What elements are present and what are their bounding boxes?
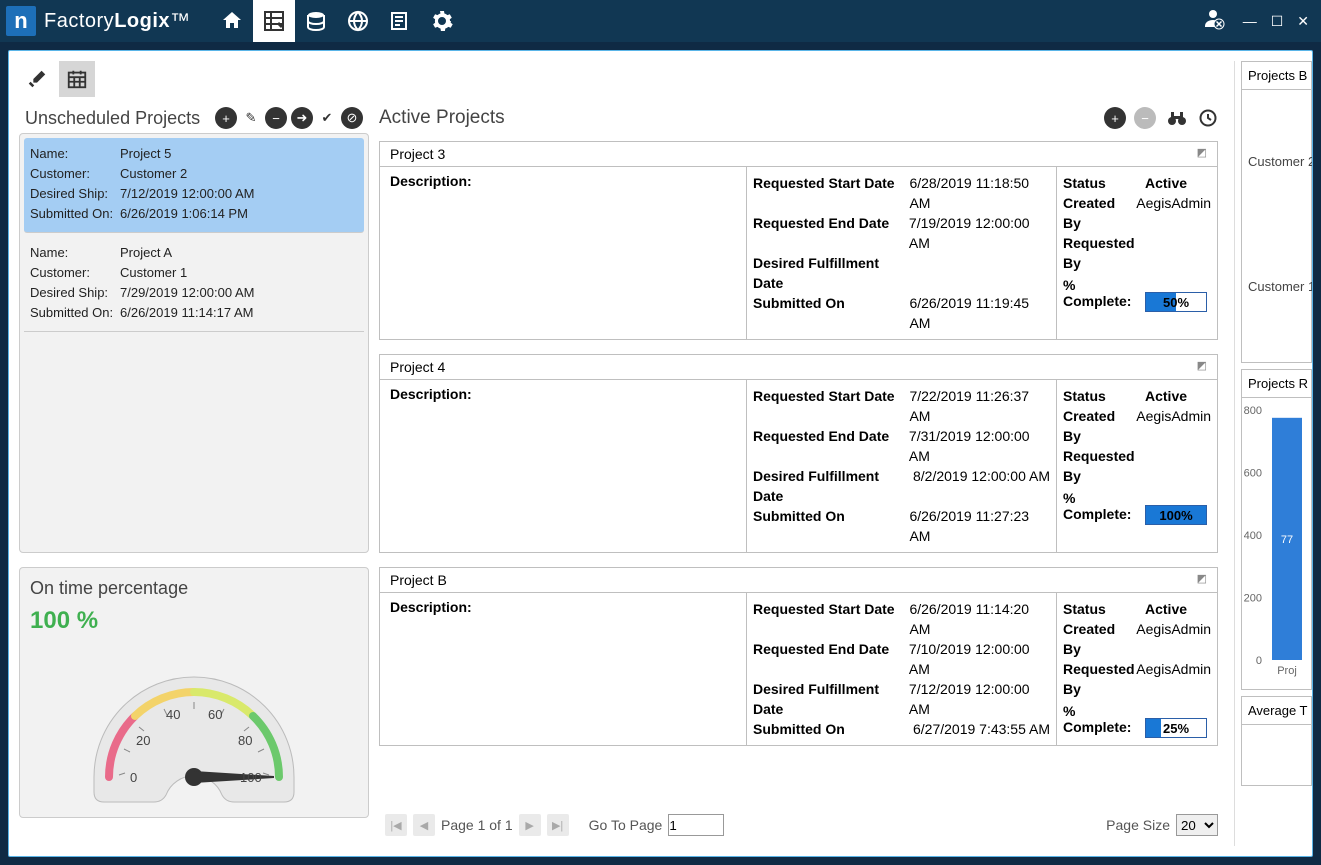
svg-text:0: 0 xyxy=(130,770,137,785)
check-icon[interactable]: ✔ xyxy=(317,107,337,129)
side-panel-average-t[interactable]: Average T xyxy=(1241,696,1312,786)
svg-text:600: 600 xyxy=(1244,468,1262,480)
unscheduled-list[interactable]: Name:Project 5Customer:Customer 2Desired… xyxy=(19,133,369,553)
app-brand: FactoryLogix™ xyxy=(44,10,191,33)
unscheduled-header: Unscheduled Projects + ✎ − ➜ ✔ ⊘ xyxy=(19,103,369,133)
unscheduled-card[interactable]: Name:Project ACustomer:Customer 1Desired… xyxy=(24,237,364,332)
resize-icon[interactable]: ◩ xyxy=(1197,359,1207,375)
unscheduled-card[interactable]: Name:Project 5Customer:Customer 2Desired… xyxy=(24,138,364,233)
side-panel-projects-r[interactable]: Projects R 020040060080077Proj xyxy=(1241,369,1312,690)
active-title: Active Projects xyxy=(379,107,1104,129)
add-icon[interactable]: + xyxy=(215,107,237,129)
svg-text:400: 400 xyxy=(1244,530,1262,542)
svg-text:Proj: Proj xyxy=(1277,665,1297,677)
nav-globe-icon[interactable] xyxy=(337,0,379,42)
project-card[interactable]: Project 4◩Description:Requested Start Da… xyxy=(379,354,1218,553)
remove-project-icon[interactable]: − xyxy=(1134,107,1156,129)
page-size-label: Page Size xyxy=(1106,817,1170,833)
right-sidebar: Projects B Customer 2 Customer 1 Project… xyxy=(1234,61,1312,846)
pager-next-icon[interactable]: ▶ xyxy=(519,814,541,836)
project-card[interactable]: Project B◩Description:Requested Start Da… xyxy=(379,567,1218,746)
nav-document-icon[interactable] xyxy=(379,0,421,42)
nav-settings-icon[interactable] xyxy=(421,0,463,42)
svg-text:200: 200 xyxy=(1244,593,1262,605)
pager-first-icon[interactable]: |◀ xyxy=(385,814,407,836)
resize-icon[interactable]: ◩ xyxy=(1197,572,1207,588)
goto-page-label: Go To Page xyxy=(589,817,663,833)
side-label: Customer 1 xyxy=(1248,279,1305,294)
svg-text:100: 100 xyxy=(240,770,262,785)
pager-prev-icon[interactable]: ◀ xyxy=(413,814,435,836)
nav-home-icon[interactable] xyxy=(211,0,253,42)
pager-last-icon[interactable]: ▶| xyxy=(547,814,569,836)
add-project-icon[interactable]: + xyxy=(1104,107,1126,129)
progress-bar: 100% xyxy=(1145,505,1207,525)
nav-projects-icon[interactable] xyxy=(253,0,295,42)
svg-text:80: 80 xyxy=(238,733,252,748)
side-label: Customer 2 xyxy=(1248,154,1305,169)
resize-icon[interactable]: ◩ xyxy=(1197,146,1207,162)
remove-icon[interactable]: − xyxy=(265,107,287,129)
window-close[interactable]: ✕ xyxy=(1297,13,1309,30)
project-card[interactable]: Project 3◩Description:Requested Start Da… xyxy=(379,141,1218,340)
pager: |◀ ◀ Page 1 of 1 ▶ ▶| Go To Page Page Si… xyxy=(379,804,1224,846)
window-minimize[interactable]: — xyxy=(1243,13,1257,29)
svg-text:0: 0 xyxy=(1256,655,1262,667)
side-panel-projects-b[interactable]: Projects B Customer 2 Customer 1 xyxy=(1241,61,1312,363)
edit-icon[interactable]: ✎ xyxy=(241,107,261,129)
app-logo: n xyxy=(6,6,36,36)
goto-page-input[interactable] xyxy=(668,814,724,836)
unscheduled-title: Unscheduled Projects xyxy=(25,108,211,129)
gauge-visual: 0 20 40 60 80 100 xyxy=(30,637,358,807)
forward-icon[interactable]: ➜ xyxy=(291,107,313,129)
progress-bar: 25% xyxy=(1145,718,1207,738)
clock-icon[interactable] xyxy=(1198,107,1218,129)
deny-icon[interactable]: ⊘ xyxy=(341,107,363,129)
window-maximize[interactable]: ☐ xyxy=(1271,13,1284,30)
title-bar: n FactoryLogix™ — ☐ ✕ xyxy=(0,0,1321,42)
svg-text:800: 800 xyxy=(1244,405,1262,417)
tab-calendar-icon[interactable] xyxy=(59,61,95,97)
svg-text:20: 20 xyxy=(136,733,150,748)
gauge-title: On time percentage xyxy=(30,578,358,599)
page-size-select[interactable]: 20 xyxy=(1176,814,1218,836)
pager-page-label: Page 1 of 1 xyxy=(441,817,513,833)
binoculars-icon[interactable] xyxy=(1164,107,1190,129)
tab-tools-icon[interactable] xyxy=(19,61,55,97)
user-icon[interactable] xyxy=(1201,6,1225,36)
svg-text:77: 77 xyxy=(1281,534,1293,546)
progress-bar: 50% xyxy=(1145,292,1207,312)
svg-text:40: 40 xyxy=(166,707,180,722)
gauge-panel: On time percentage 100 % xyxy=(19,567,369,818)
svg-text:60: 60 xyxy=(208,707,222,722)
bar-chart: 0 200 400 600 800 77 Proj xyxy=(1244,402,1312,682)
gauge-value: 100 % xyxy=(30,607,358,635)
nav-database-icon[interactable] xyxy=(295,0,337,42)
projects-list: Project 3◩Description:Requested Start Da… xyxy=(379,133,1224,760)
